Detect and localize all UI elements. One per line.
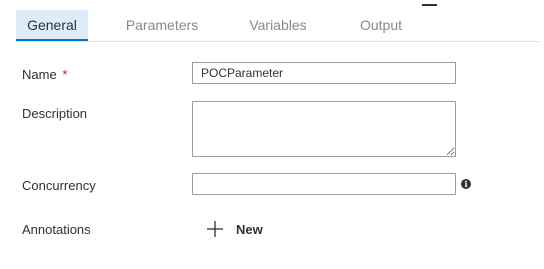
description-input[interactable] [192, 101, 456, 157]
tab-general[interactable]: General [16, 10, 88, 41]
name-label: Name * [22, 67, 67, 82]
new-annotation-button[interactable]: New [206, 218, 263, 240]
required-marker: * [62, 67, 68, 82]
tab-variables[interactable]: Variables [240, 10, 316, 41]
name-input[interactable] [192, 62, 456, 84]
name-label-text: Name [22, 67, 57, 82]
concurrency-label: Concurrency [22, 178, 96, 193]
info-icon[interactable]: i [461, 179, 471, 189]
description-label: Description [22, 106, 88, 121]
tab-divider [16, 41, 540, 42]
minimize-icon[interactable] [422, 4, 437, 6]
new-button-label: New [236, 221, 263, 237]
concurrency-input[interactable] [192, 173, 456, 195]
plus-icon [207, 221, 223, 237]
annotations-label: Annotations [22, 222, 91, 237]
tab-bar: General Parameters Variables Output [0, 0, 544, 42]
tab-parameters[interactable]: Parameters [120, 10, 204, 41]
tab-output[interactable]: Output [350, 10, 412, 41]
